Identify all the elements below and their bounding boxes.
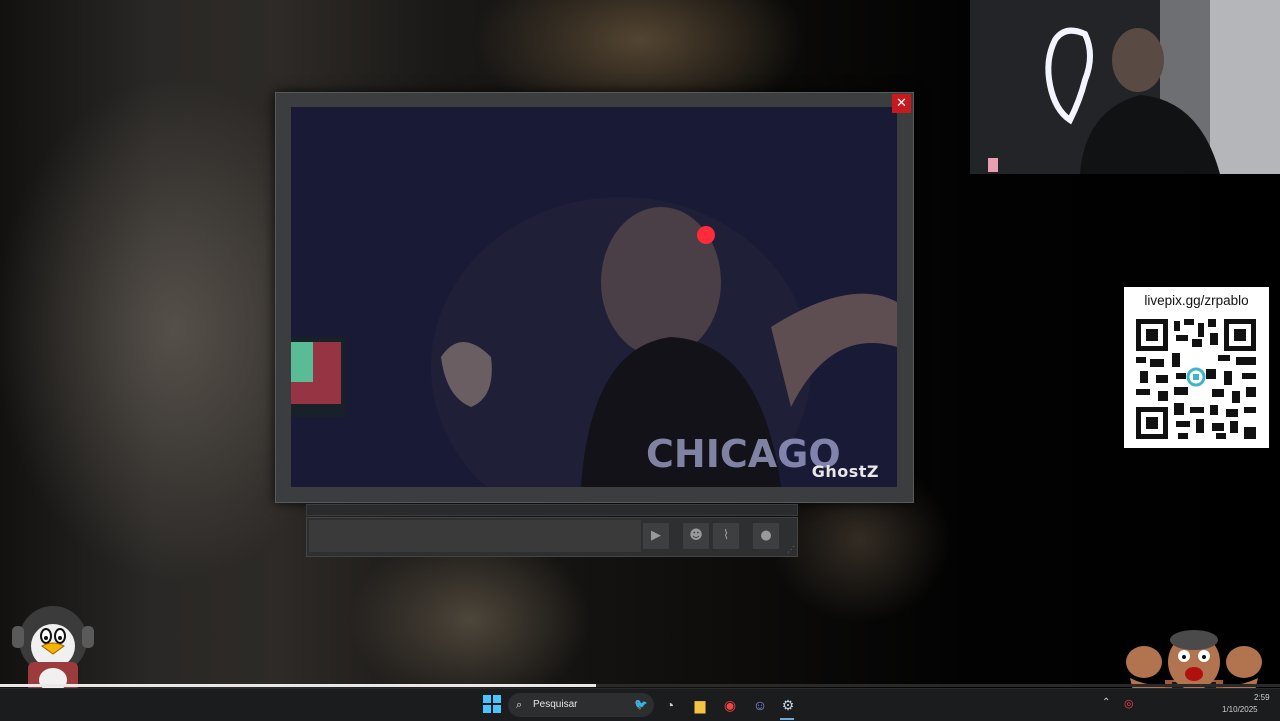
chat-message-input[interactable] [309, 520, 641, 552]
attach-button[interactable]: ⌇ [713, 523, 739, 549]
donation-qr-panel: livepix.gg/zrpablo [1124, 287, 1269, 448]
taskbar-search-box[interactable]: ⌕ Pesquisar 🐦 [508, 693, 654, 717]
file-explorer-icon[interactable]: ▆ [690, 695, 710, 715]
chat-input-bar: ▶ ☻ ⌇ ● ⋰ [306, 517, 798, 557]
send-icon: ▶ [651, 528, 661, 543]
tray-overflow-chevron-icon[interactable]: ⌃ [1102, 697, 1110, 708]
discord-icon[interactable]: ☺ [750, 695, 770, 715]
chrome-icon[interactable]: ◉ [720, 695, 740, 715]
start-button[interactable] [482, 695, 502, 715]
qr-code-icon [1136, 319, 1256, 439]
media-progress-fill [0, 684, 597, 687]
voice-button[interactable]: ● [753, 523, 779, 549]
media-progress-bar[interactable] [0, 684, 1280, 687]
tray-app-icon[interactable]: ◎ [1124, 697, 1134, 710]
app-icon-widget[interactable]: ◔ [660, 695, 680, 715]
emoji-icon: ☻ [689, 528, 703, 543]
video-frame: CHICAGO [291, 107, 897, 487]
resize-grip-icon[interactable]: ⋰ [787, 546, 795, 554]
search-icon: ⌕ [516, 699, 523, 711]
webcam-scene [970, 0, 1280, 174]
media-popup-window: CHICAGO GhostZ [275, 92, 914, 503]
clock-time[interactable]: 2:59 [1254, 693, 1270, 702]
paperclip-icon: ⌇ [722, 528, 730, 543]
windows-taskbar: ⌕ Pesquisar 🐦 ◔ ▆ ◉ ☺ ⚙ ⌃ ◎ 2:59 1/10/20… [0, 688, 1280, 721]
send-button[interactable]: ▶ [643, 523, 669, 549]
video-watermark: GhostZ [811, 462, 879, 481]
emoji-button[interactable]: ☻ [683, 523, 709, 549]
clock-date[interactable]: 1/10/2025 [1222, 705, 1258, 714]
microphone-icon: ● [760, 528, 772, 543]
close-button[interactable]: ✕ [892, 94, 911, 113]
video-player[interactable]: CHICAGO GhostZ [291, 107, 897, 487]
search-placeholder: Pesquisar [533, 699, 578, 710]
headset-light [697, 226, 715, 244]
qr-url-label: livepix.gg/zrpablo [1144, 293, 1249, 308]
streamer-head [1112, 28, 1164, 92]
windows-logo-icon [483, 695, 501, 713]
webcam-overlay [970, 0, 1280, 174]
steam-icon[interactable]: ⚙ [778, 695, 798, 715]
search-highlight-icon: 🐦 [634, 699, 648, 711]
chat-history-strip [306, 504, 798, 516]
